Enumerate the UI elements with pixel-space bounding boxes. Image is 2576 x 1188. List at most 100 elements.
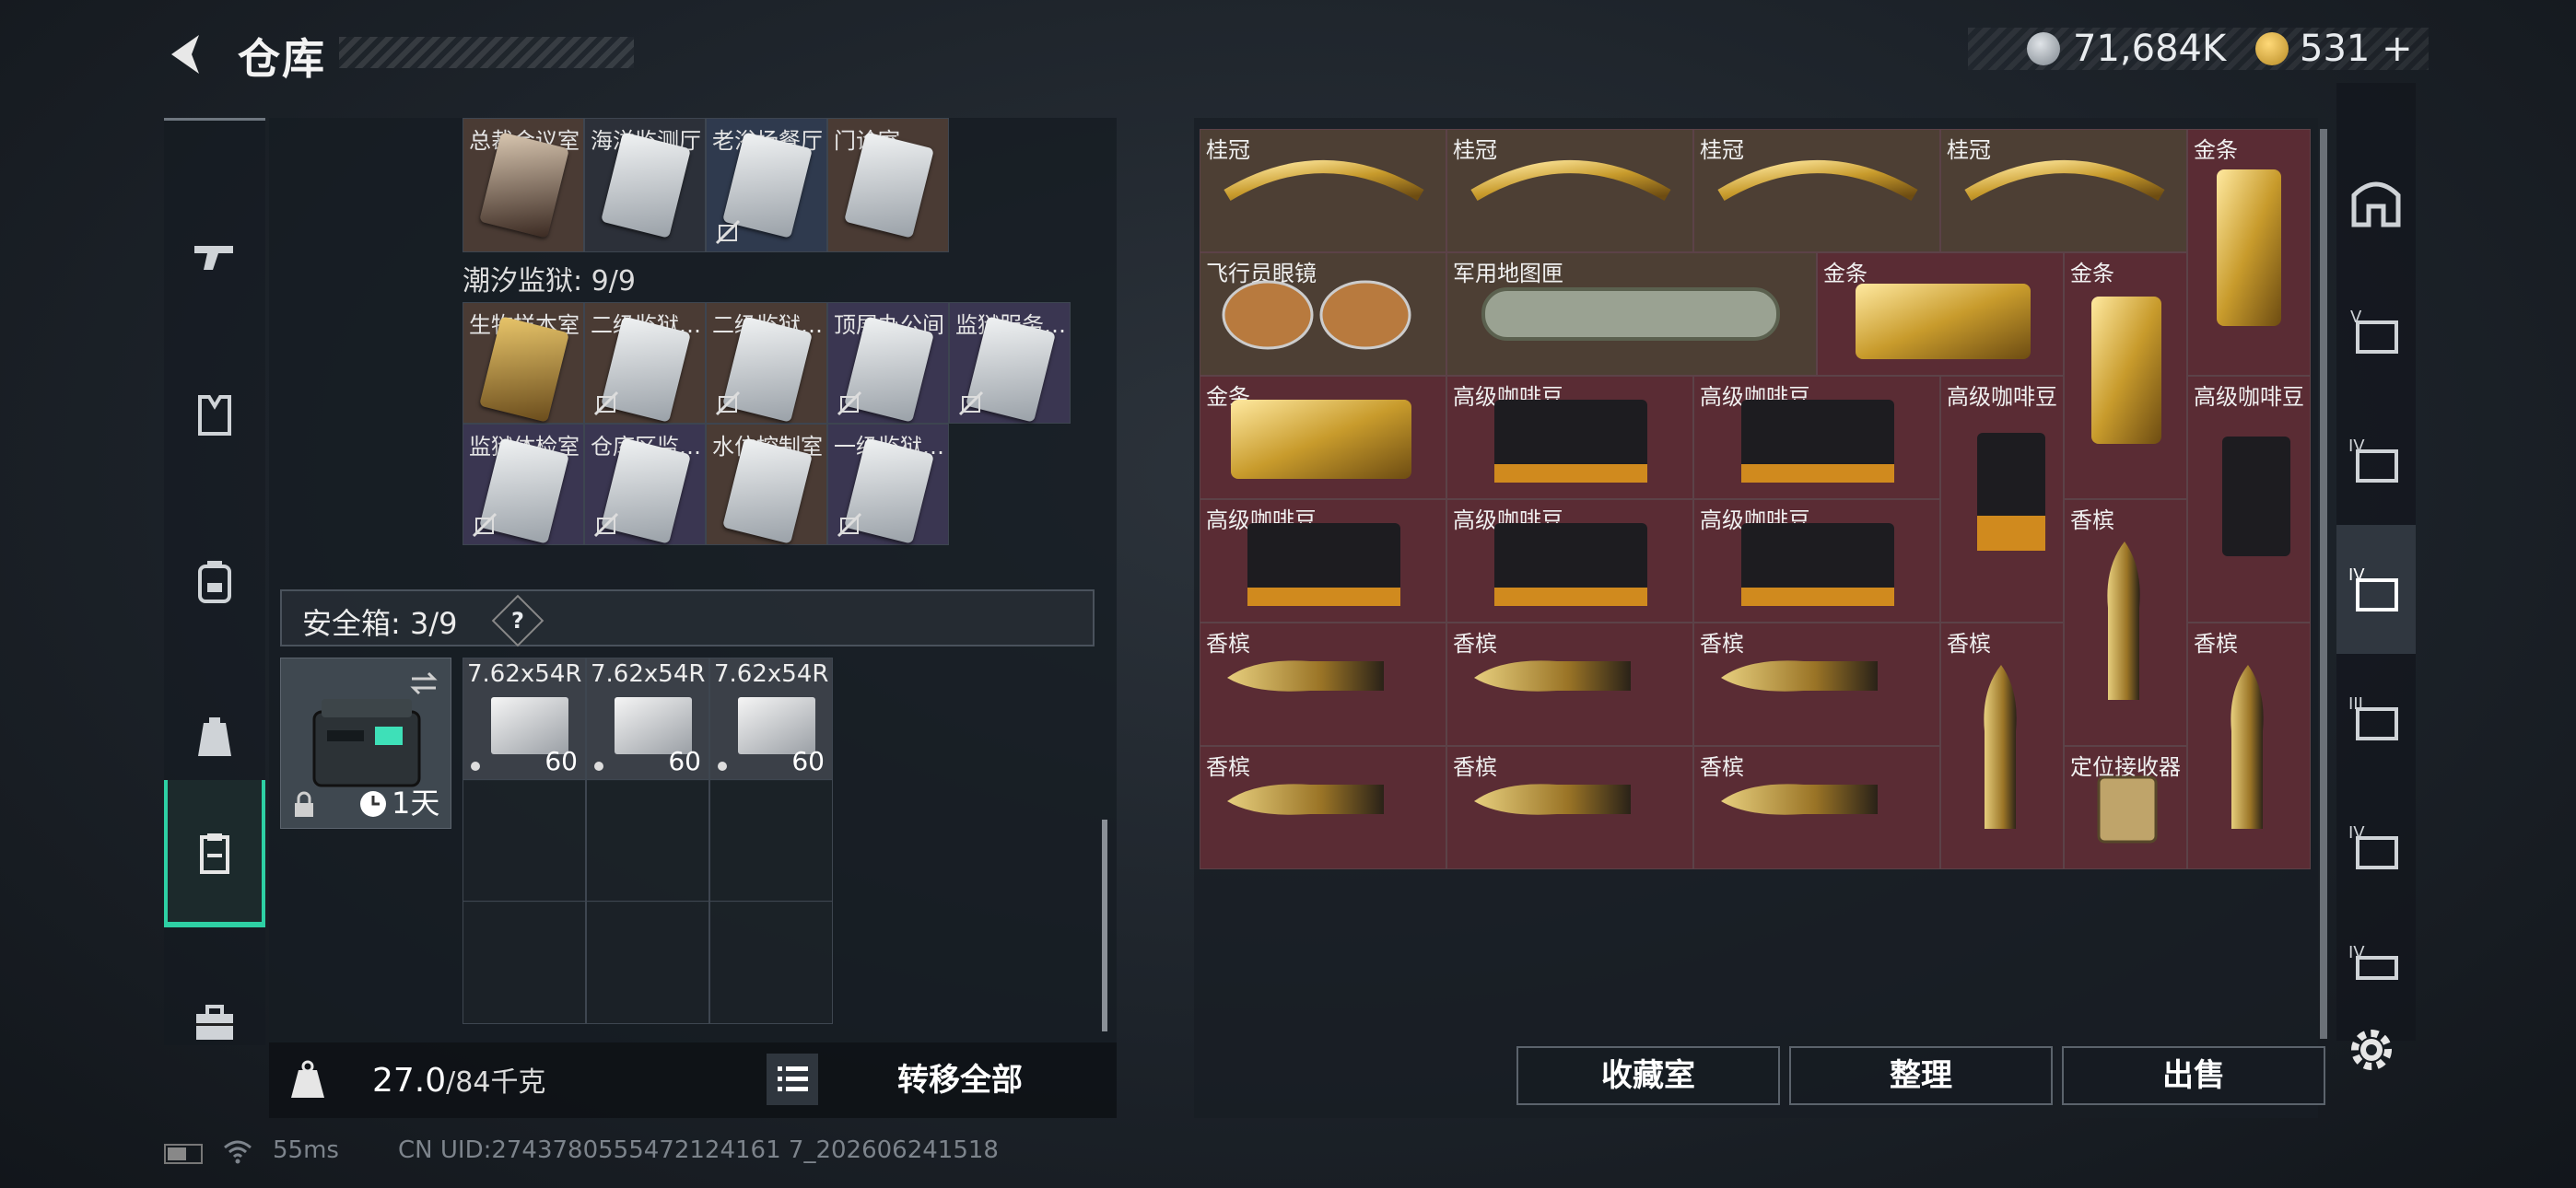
item-label: 高级咖啡豆 — [1453, 384, 1563, 410]
item-coffee-beans[interactable]: 高级咖啡豆 — [1200, 499, 1446, 623]
item-gold-bar[interactable]: 金条 — [1200, 376, 1446, 499]
tab-stash-iv-active[interactable]: IV — [2336, 525, 2416, 654]
item-gold-bar[interactable]: 金条 — [2064, 252, 2187, 499]
secure-container-bar: 安全箱: 3/9 ? — [280, 589, 1095, 647]
tab-all-stash[interactable] — [2336, 138, 2416, 267]
add-gold-button[interactable]: + — [2382, 28, 2413, 70]
item-champagne[interactable]: 香槟 — [1446, 623, 1693, 746]
keycard-slot[interactable]: 监狱服务… — [949, 302, 1071, 424]
money-amount: 71,684K — [2073, 28, 2227, 70]
item-label: 高级咖啡豆 — [1206, 507, 1317, 533]
page-title: 仓库 — [238, 34, 326, 84]
no-card-icon — [472, 512, 498, 538]
item-champagne[interactable]: 香槟 — [2064, 499, 2187, 746]
item-champagne[interactable]: 香槟 — [1446, 746, 1693, 869]
ping-readout: 55ms — [273, 1136, 339, 1164]
ammo-item[interactable]: 7.62x54R LPS 60 — [586, 658, 709, 781]
transfer-all-button[interactable]: 转移全部 — [831, 1042, 1089, 1118]
backpack-icon — [198, 561, 231, 603]
keycard-slot[interactable]: 二级监狱… — [584, 302, 706, 424]
secure-container-label: 安全箱: 3/9 — [302, 606, 458, 641]
tab-toolbox[interactable] — [164, 949, 265, 1097]
item-champagne[interactable]: 香槟 — [1200, 623, 1446, 746]
empty-slot[interactable] — [586, 901, 709, 1024]
item-laurel[interactable]: 桂冠 — [1200, 129, 1446, 252]
ammo-label: 7.62x54R LPS — [591, 660, 708, 688]
ammo-item[interactable]: 7.62x54R LPS 60 — [709, 658, 833, 781]
secure-case-image — [312, 699, 421, 787]
pistol-icon — [194, 246, 233, 270]
tab-stash-iv-a[interactable]: IV — [2336, 396, 2416, 525]
empty-slot[interactable] — [709, 779, 833, 903]
item-champagne[interactable]: 香槟 — [1693, 623, 1940, 746]
keycard-slot[interactable]: 顶层办公间 — [827, 302, 949, 424]
keycard-slot[interactable]: 仓库区监… — [584, 424, 706, 545]
tab-stash-iii[interactable]: III — [2336, 654, 2416, 783]
item-coffee-beans[interactable]: 高级咖啡豆 — [1446, 499, 1693, 623]
item-coffee-beans[interactable]: 高级咖啡豆 — [1446, 376, 1693, 499]
item-coffee-beans[interactable]: 高级咖啡豆 — [1693, 376, 1940, 499]
back-arrow-icon[interactable] — [164, 31, 210, 77]
user-uid: CN UID:2743780555472124161 7_20260624151… — [398, 1136, 999, 1164]
ammo-item[interactable]: 7.62x54R LPS 60 — [463, 658, 586, 781]
item-locator-receiver[interactable]: 定位接收器 — [2064, 746, 2187, 869]
item-champagne[interactable]: 香槟 — [2187, 623, 2311, 869]
keycard-slot[interactable]: 二级监狱… — [706, 302, 827, 424]
item-coffee-beans[interactable]: 高级咖啡豆 — [1693, 499, 1940, 623]
tab-weapon[interactable] — [164, 183, 265, 331]
item-gold-bar[interactable]: 金条 — [2187, 129, 2311, 376]
sort-button[interactable]: 整理 — [1789, 1046, 2053, 1105]
item-champagne[interactable]: 香槟 — [1693, 746, 1940, 869]
empty-slot[interactable] — [463, 901, 586, 1024]
stash-iv-icon: IV — [2348, 437, 2398, 483]
item-label: 香槟 — [2070, 507, 2114, 533]
keycard-slot[interactable]: 水位控制室 — [706, 424, 827, 545]
help-button[interactable]: ? — [491, 594, 544, 647]
tab-backpack[interactable] — [164, 507, 265, 655]
empty-slot[interactable] — [586, 779, 709, 903]
right-scrollbar[interactable] — [2320, 129, 2327, 1039]
keycard-slot[interactable]: 生物样本室 — [463, 302, 584, 424]
ammo-count: 60 — [668, 746, 701, 776]
item-coffee-beans[interactable]: 高级咖啡豆 — [2187, 376, 2311, 623]
tab-stash-iv-c[interactable]: IV — [2336, 903, 2416, 1031]
item-label: 香槟 — [2194, 631, 2238, 657]
tab-stash-iv-b[interactable]: IV — [2336, 783, 2416, 912]
item-laurel[interactable]: 桂冠 — [1446, 129, 1693, 252]
item-gold-bar[interactable]: 金条 — [1817, 252, 2064, 376]
sell-button[interactable]: 出售 — [2062, 1046, 2325, 1105]
item-laurel[interactable]: 桂冠 — [1693, 129, 1940, 252]
tab-stash-v[interactable]: V — [2336, 267, 2416, 396]
list-toggle-button[interactable] — [767, 1054, 818, 1105]
item-label: 桂冠 — [1453, 137, 1497, 163]
tab-secure-container[interactable] — [164, 780, 265, 927]
item-label: 金条 — [1823, 261, 1868, 286]
empty-slot[interactable] — [709, 901, 833, 1024]
swap-icon[interactable] — [408, 668, 439, 699]
keycard-slot[interactable]: 总裁会议室 — [463, 118, 584, 252]
keycard-slot[interactable]: 监狱体检室 — [463, 424, 584, 545]
weight-kg-icon — [291, 1060, 324, 1098]
keycard-slot[interactable]: 一级监狱… — [827, 424, 949, 545]
settings-gear-icon[interactable] — [2344, 1022, 2399, 1077]
stash-iv-icon: IV — [2348, 823, 2398, 869]
keycard-slot[interactable]: 门诊室 — [827, 118, 949, 252]
left-scrollbar[interactable] — [1102, 820, 1107, 1031]
item-champagne[interactable]: 香槟 — [1940, 623, 2064, 869]
item-champagne[interactable]: 香槟 — [1200, 746, 1446, 869]
secure-case-item[interactable]: 1天 — [280, 658, 451, 829]
keycard-slot[interactable]: 老浴场餐厅 — [706, 118, 827, 252]
keycard-slot[interactable]: 海洋监测厅 — [584, 118, 706, 252]
stash-iii-icon: III — [2348, 694, 2398, 740]
item-map-tube[interactable]: 军用地图匣 — [1446, 252, 1817, 376]
item-laurel[interactable]: 桂冠 — [1940, 129, 2187, 252]
empty-slot[interactable] — [463, 779, 586, 903]
gold-coin-icon — [2255, 32, 2289, 65]
armor-vest-icon — [198, 395, 231, 436]
tab-armor[interactable] — [164, 342, 265, 489]
gold-value: 531 — [2300, 28, 2371, 70]
item-aviator-glasses[interactable]: 飞行员眼镜 — [1200, 252, 1446, 376]
item-label: 香槟 — [1700, 754, 1744, 780]
item-coffee-beans[interactable]: 高级咖啡豆 — [1940, 376, 2064, 623]
collection-room-button[interactable]: 收藏室 — [1516, 1046, 1780, 1105]
